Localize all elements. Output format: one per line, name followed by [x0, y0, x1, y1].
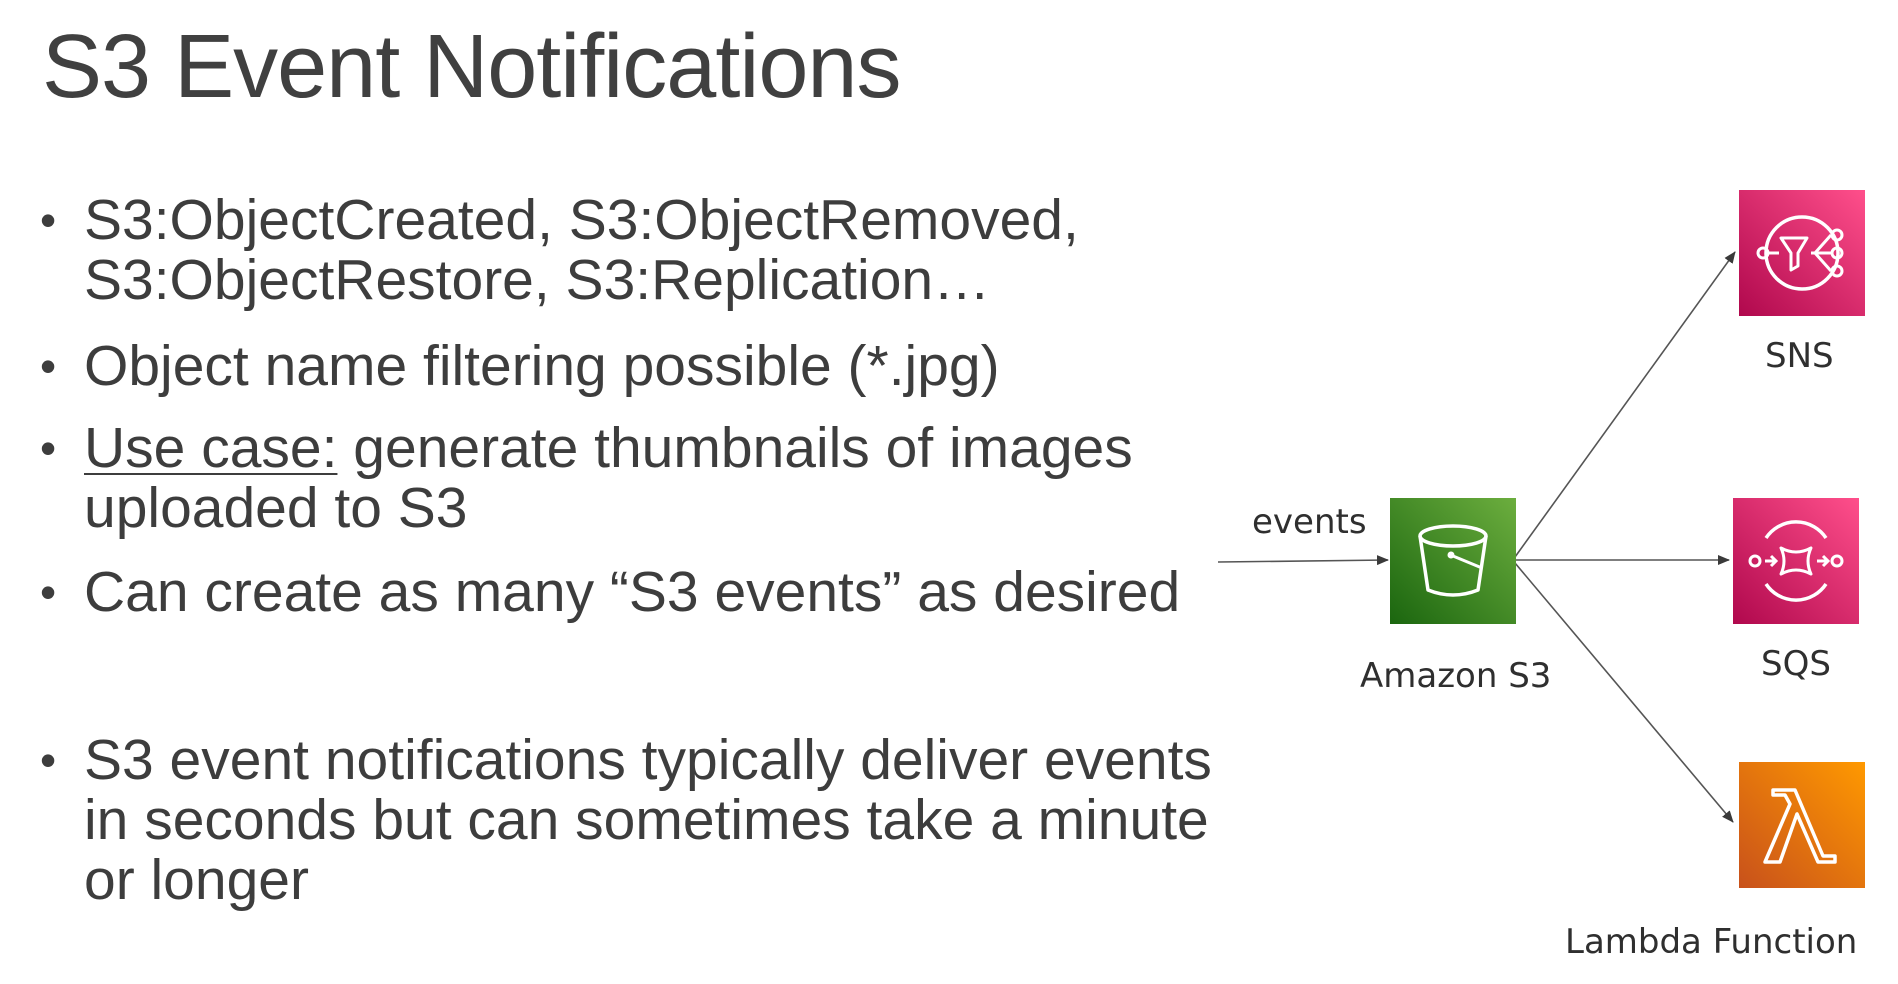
sns-service-box [1739, 190, 1865, 316]
event-flow-diagram [1217, 251, 1736, 823]
sqs-label: SQS [1761, 644, 1831, 684]
sns-icon [1739, 190, 1865, 316]
s3-service-box [1390, 498, 1516, 624]
lambda-icon [1739, 762, 1865, 888]
s3-label: Amazon S3 [1360, 656, 1552, 696]
s3-bucket-icon [1390, 498, 1516, 624]
events-arrow [1217, 555, 1389, 566]
arrow-to-sns [1514, 251, 1736, 558]
lambda-label: Lambda Function [1565, 922, 1858, 962]
events-label: events [1252, 502, 1367, 542]
sqs-service-box [1733, 498, 1859, 624]
sns-label: SNS [1765, 336, 1834, 376]
sqs-icon [1733, 498, 1859, 624]
lambda-service-box [1739, 762, 1865, 888]
